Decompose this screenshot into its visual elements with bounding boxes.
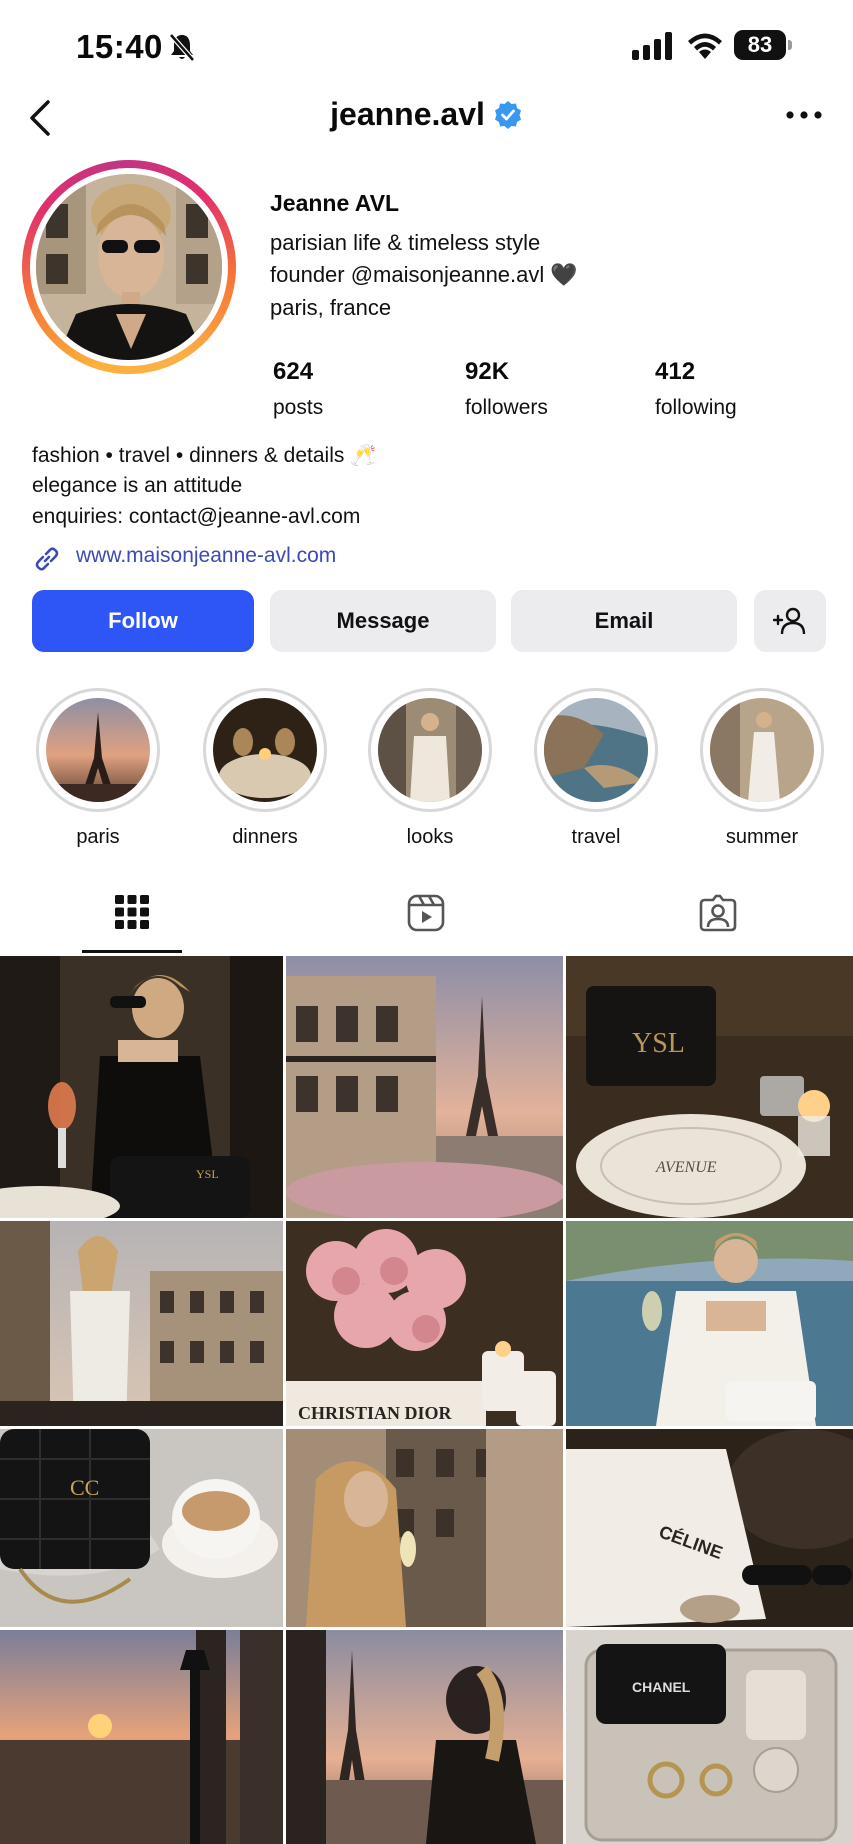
link-icon bbox=[35, 547, 59, 571]
stat-followers[interactable]: 92K followers bbox=[465, 358, 548, 420]
plate-text: AVENUE bbox=[655, 1159, 717, 1176]
post-thumbnail[interactable] bbox=[0, 1221, 283, 1426]
post-thumbnail[interactable]: CHANEL bbox=[566, 1630, 853, 1844]
highlight-ring bbox=[36, 688, 160, 812]
description-line: fashion • travel • dinners & details 🥂 bbox=[32, 444, 377, 467]
post-thumbnail[interactable] bbox=[286, 956, 563, 1218]
bio-line: paris, france bbox=[270, 295, 392, 320]
tab-reels[interactable] bbox=[378, 880, 474, 954]
posts-grid: YSL YSL AVENUE CHRISTIAN DIOR CC CÉLINE … bbox=[0, 956, 853, 1844]
battery-level: 83 bbox=[734, 30, 786, 60]
highlight-photo bbox=[46, 698, 150, 802]
highlight-ring bbox=[368, 688, 492, 812]
profile-header: jeanne.avl bbox=[0, 90, 853, 146]
highlight-ring bbox=[700, 688, 824, 812]
grid-icon bbox=[115, 895, 149, 929]
highlight-label: paris bbox=[76, 826, 120, 848]
description-line: elegance is an attitude bbox=[32, 474, 243, 497]
tagged-person-icon bbox=[699, 894, 737, 932]
stat-label: posts bbox=[273, 396, 324, 419]
post-thumbnail[interactable] bbox=[286, 1630, 563, 1844]
post-thumbnail[interactable]: YSL AVENUE bbox=[566, 956, 853, 1218]
svg-text:YSL: YSL bbox=[196, 1167, 219, 1181]
profile-tabs bbox=[0, 880, 853, 954]
post-thumbnail[interactable] bbox=[566, 1221, 853, 1426]
post-thumbnail[interactable]: CÉLINE bbox=[566, 1429, 853, 1627]
highlight-looks[interactable]: looks bbox=[360, 688, 500, 858]
highlight-paris[interactable]: paris bbox=[28, 688, 168, 858]
status-time: 15:40 bbox=[76, 28, 163, 65]
highlight-label: looks bbox=[406, 826, 454, 848]
post-thumbnail[interactable]: YSL bbox=[0, 956, 283, 1218]
follow-button[interactable]: Follow bbox=[32, 590, 254, 652]
wifi-icon bbox=[688, 33, 722, 59]
tab-posts-grid[interactable] bbox=[82, 880, 182, 954]
username: jeanne.avl bbox=[330, 96, 485, 132]
book-title: CHRISTIAN DIOR bbox=[298, 1403, 453, 1423]
description-line: enquiries: contact@jeanne-avl.com bbox=[32, 505, 361, 528]
highlight-ring bbox=[534, 688, 658, 812]
post-thumbnail[interactable]: CC bbox=[0, 1429, 283, 1627]
display-name: Jeanne AVL bbox=[270, 190, 400, 216]
tab-tagged[interactable] bbox=[670, 880, 766, 954]
post-thumbnail[interactable]: CHRISTIAN DIOR bbox=[286, 1221, 563, 1426]
highlight-photo bbox=[710, 698, 814, 802]
stat-following[interactable]: 412 following bbox=[655, 358, 737, 420]
website-url[interactable]: www.maisonjeanne-avl.com bbox=[76, 544, 336, 568]
stat-value: 412 bbox=[655, 358, 696, 385]
highlight-travel[interactable]: travel bbox=[526, 688, 666, 858]
post-thumbnail[interactable] bbox=[286, 1429, 563, 1627]
active-tab-indicator bbox=[82, 950, 182, 953]
highlight-label: dinners bbox=[232, 826, 298, 848]
highlight-photo bbox=[213, 698, 317, 802]
email-button[interactable]: Email bbox=[511, 590, 737, 652]
bio-line: founder @maisonjeanne.avl 🖤 bbox=[270, 262, 578, 287]
profile-avatar[interactable] bbox=[22, 160, 236, 374]
highlight-photo bbox=[378, 698, 482, 802]
message-button[interactable]: Message bbox=[270, 590, 496, 652]
stat-posts[interactable]: 624 posts bbox=[273, 358, 323, 420]
highlight-photo bbox=[544, 698, 648, 802]
battery-icon: 83 bbox=[734, 30, 792, 60]
cellular-signal-icon bbox=[632, 32, 672, 60]
highlight-label: travel bbox=[571, 826, 621, 848]
box-brand-text: CHANEL bbox=[632, 1679, 691, 1695]
highlight-dinners[interactable]: dinners bbox=[195, 688, 335, 858]
avatar-photo bbox=[36, 174, 222, 360]
add-user-button[interactable] bbox=[754, 590, 826, 652]
stat-label: followers bbox=[465, 396, 548, 419]
stat-value: 92K bbox=[465, 358, 510, 385]
stat-value: 624 bbox=[273, 358, 314, 385]
highlight-label: summer bbox=[725, 826, 799, 848]
highlight-summer[interactable]: summer bbox=[692, 688, 832, 858]
battery-tip bbox=[788, 40, 792, 50]
stat-label: following bbox=[655, 396, 737, 419]
header-title: jeanne.avl bbox=[0, 96, 853, 133]
more-options-icon[interactable] bbox=[782, 100, 826, 130]
reels-icon bbox=[407, 894, 445, 932]
svg-text:YSL: YSL bbox=[632, 1028, 685, 1059]
post-thumbnail[interactable] bbox=[0, 1630, 283, 1844]
svg-text:CC: CC bbox=[70, 1475, 99, 1500]
highlight-ring bbox=[203, 688, 327, 812]
verified-badge-icon bbox=[494, 100, 521, 129]
bell-muted-icon bbox=[169, 33, 195, 62]
status-bar: 15:40 83 bbox=[0, 0, 853, 90]
bio-line: parisian life & timeless style bbox=[270, 230, 541, 255]
add-user-icon bbox=[773, 607, 806, 635]
